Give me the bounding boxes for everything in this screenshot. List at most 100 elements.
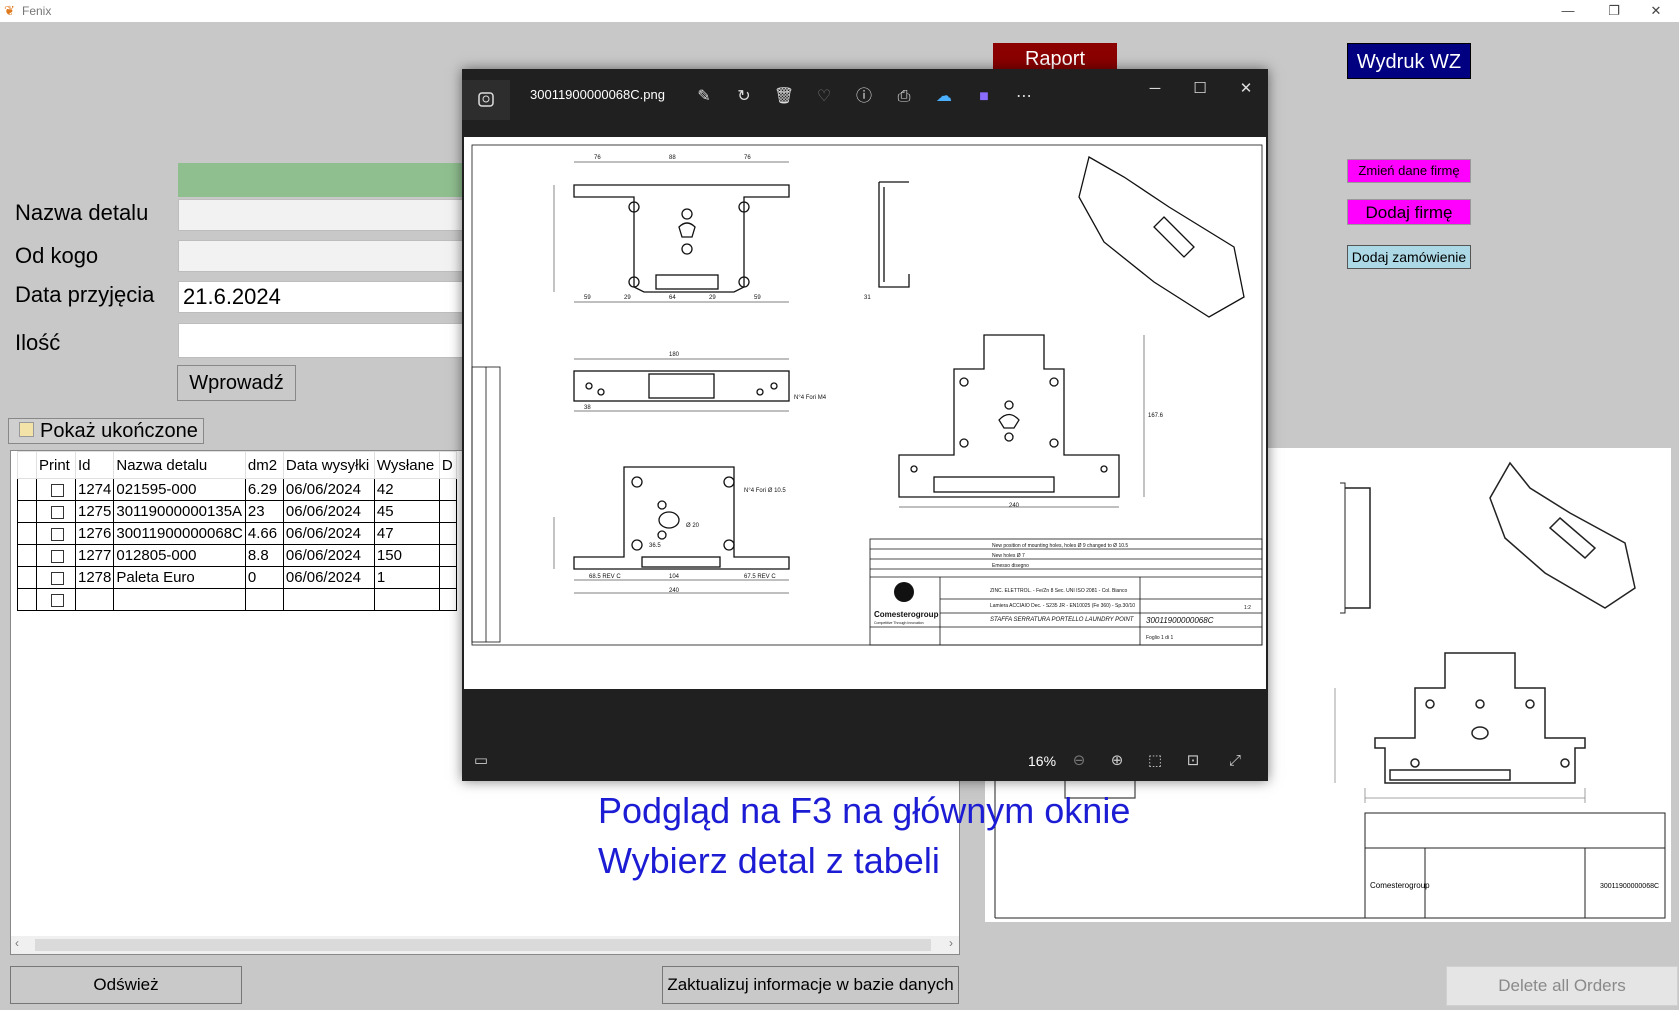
id-cell[interactable]: 1274 xyxy=(74,478,115,501)
scroll-right-icon[interactable]: › xyxy=(949,936,953,950)
table-row[interactable]: 1274 021595-000 6.29 06/06/2024 42 xyxy=(17,478,457,501)
row-selector[interactable] xyxy=(17,500,37,523)
zaktualizuj-button[interactable]: Zaktualizuj informacje w bazie danych xyxy=(662,966,959,1004)
delete-icon[interactable]: 🗑 xyxy=(770,83,798,111)
print-cell[interactable] xyxy=(36,500,76,523)
minimize-button[interactable]: — xyxy=(1545,0,1591,22)
row-selector[interactable] xyxy=(17,522,37,545)
print-checkbox[interactable] xyxy=(51,571,64,585)
print-cell[interactable] xyxy=(36,588,76,611)
nazwa-cell[interactable]: 30119000000135A xyxy=(113,500,246,523)
print-cell[interactable] xyxy=(36,544,76,567)
technical-drawing-image[interactable]: 76 88 76 180 240 59 29 64 29 59 38 31 16… xyxy=(464,137,1266,689)
dm2-cell[interactable]: 0 xyxy=(244,566,284,589)
horizontal-scrollbar[interactable]: ‹ › xyxy=(11,936,959,954)
viewer-maximize-button[interactable]: ☐ xyxy=(1180,77,1220,101)
print-checkbox[interactable] xyxy=(51,527,64,541)
favorite-icon[interactable]: ♡ xyxy=(810,83,838,111)
id-cell[interactable]: 1277 xyxy=(74,544,115,567)
table-row[interactable]: 1275 30119000000135A 23 06/06/2024 45 xyxy=(17,500,457,523)
dm2-cell[interactable]: 6.29 xyxy=(244,478,284,501)
zmien-dane-firme-button[interactable]: Zmień dane firmę xyxy=(1347,159,1471,183)
nazwa-cell[interactable] xyxy=(113,588,246,611)
id-cell[interactable] xyxy=(74,588,115,611)
print-cell[interactable] xyxy=(36,566,76,589)
scroll-left-icon[interactable]: ‹ xyxy=(15,936,19,950)
dodaj-firme-button[interactable]: Dodaj firmę xyxy=(1347,199,1471,225)
nazwa-cell[interactable]: Paleta Euro xyxy=(113,566,246,589)
show-finished-checkbox[interactable]: Pokaż ukończone xyxy=(8,418,204,444)
data-cell[interactable]: 06/06/2024 xyxy=(282,522,375,545)
row-selector[interactable] xyxy=(17,544,37,567)
zoom-out-icon[interactable]: ⊖ xyxy=(1066,749,1092,773)
checkbox-icon[interactable] xyxy=(19,422,34,437)
d-cell[interactable] xyxy=(438,566,457,589)
row-selector[interactable] xyxy=(17,478,37,501)
wyslane-cell[interactable]: 42 xyxy=(373,478,440,501)
clipchamp-icon[interactable]: ■ xyxy=(970,83,998,111)
nazwa-cell[interactable]: 30011900000068C xyxy=(113,522,246,545)
restore-button[interactable]: ❐ xyxy=(1591,0,1637,22)
wyslane-cell[interactable]: 45 xyxy=(373,500,440,523)
print-checkbox[interactable] xyxy=(51,549,64,563)
id-cell[interactable]: 1276 xyxy=(74,522,115,545)
zoom-in-icon[interactable]: ⊕ xyxy=(1104,749,1130,773)
d-cell[interactable] xyxy=(438,544,457,567)
print-checkbox[interactable] xyxy=(51,593,64,607)
fit-to-window-icon[interactable]: ⬚ xyxy=(1142,749,1168,773)
viewer-close-button[interactable]: ✕ xyxy=(1226,77,1266,101)
print-checkbox[interactable] xyxy=(51,483,64,497)
dm2-cell[interactable]: 8.8 xyxy=(244,544,284,567)
nazwa-cell[interactable]: 021595-000 xyxy=(113,478,246,501)
wprowadz-button[interactable]: Wprowadź xyxy=(177,365,296,401)
column-header-d[interactable]: D xyxy=(438,451,457,479)
id-cell[interactable]: 1278 xyxy=(74,566,115,589)
column-header-wyslane[interactable]: Wysłane xyxy=(373,451,440,479)
d-cell[interactable] xyxy=(438,500,457,523)
nazwa-detalu-field[interactable] xyxy=(178,199,478,231)
wyslane-cell[interactable]: 150 xyxy=(373,544,440,567)
dm2-cell[interactable]: 23 xyxy=(244,500,284,523)
table-row[interactable]: 1276 30011900000068C 4.66 06/06/2024 47 xyxy=(17,522,457,545)
table-row-new[interactable] xyxy=(17,588,457,611)
row-selector[interactable] xyxy=(17,566,37,589)
dodaj-zamowienie-button[interactable]: Dodaj zamówienie xyxy=(1347,245,1471,269)
edit-icon[interactable]: ✎ xyxy=(690,83,718,111)
table-row[interactable]: 1277 012805-000 8.8 06/06/2024 150 xyxy=(17,544,457,567)
data-cell[interactable]: 06/06/2024 xyxy=(282,566,375,589)
dm2-cell[interactable]: 4.66 xyxy=(244,522,284,545)
viewer-app-icon[interactable] xyxy=(462,80,510,120)
wyslane-cell[interactable] xyxy=(373,588,440,611)
fullscreen-icon[interactable]: ⤢ xyxy=(1222,749,1248,773)
d-cell[interactable] xyxy=(438,478,457,501)
data-cell[interactable]: 06/06/2024 xyxy=(282,478,375,501)
print-checkbox[interactable] xyxy=(51,505,64,519)
d-cell[interactable] xyxy=(438,588,457,611)
wyslane-cell[interactable]: 1 xyxy=(373,566,440,589)
more-icon[interactable]: ⋯ xyxy=(1010,83,1038,111)
table-row[interactable]: 1278 Paleta Euro 0 06/06/2024 1 xyxy=(17,566,457,589)
actual-size-icon[interactable]: ⊡ xyxy=(1180,749,1206,773)
data-przyjecia-field[interactable]: 21.6.2024 xyxy=(178,281,478,313)
column-header-print[interactable]: Print xyxy=(36,451,76,479)
close-button[interactable]: ✕ xyxy=(1633,0,1679,22)
onedrive-icon[interactable]: ☁ xyxy=(930,83,958,111)
print-icon[interactable]: ⎙ xyxy=(890,83,918,111)
column-header-id[interactable]: Id xyxy=(74,451,115,479)
row-selector[interactable] xyxy=(17,588,37,611)
print-cell[interactable] xyxy=(36,478,76,501)
column-header-dm2[interactable]: dm2 xyxy=(244,451,284,479)
print-cell[interactable] xyxy=(36,522,76,545)
delete-all-orders-button[interactable]: Delete all Orders xyxy=(1446,966,1678,1006)
info-icon[interactable]: ⓘ xyxy=(850,83,878,111)
dm2-cell[interactable] xyxy=(244,588,284,611)
filmstrip-icon[interactable]: ▭ xyxy=(468,749,494,773)
id-cell[interactable]: 1275 xyxy=(74,500,115,523)
d-cell[interactable] xyxy=(438,522,457,545)
scrollbar-thumb[interactable] xyxy=(35,939,931,951)
viewer-minimize-button[interactable]: ─ xyxy=(1135,77,1175,101)
odswiez-button[interactable]: Odśwież xyxy=(10,966,242,1004)
wydruk-wz-button[interactable]: Wydruk WZ xyxy=(1347,43,1471,79)
data-cell[interactable]: 06/06/2024 xyxy=(282,500,375,523)
ilosc-field[interactable] xyxy=(178,323,478,358)
